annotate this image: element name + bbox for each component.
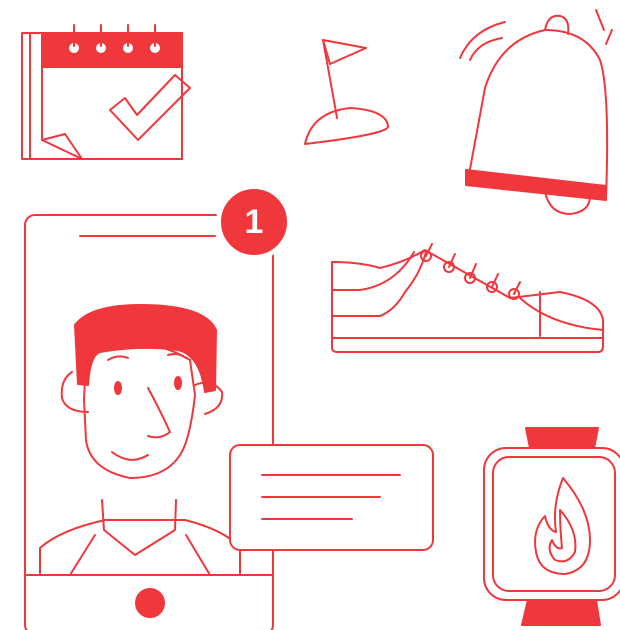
smartwatch-fire-icon [483, 427, 620, 626]
man-avatar-icon [39, 304, 241, 576]
fitness-illustration: 1 [0, 0, 620, 630]
calendar-check-icon [21, 24, 191, 160]
bell-icon [459, 9, 613, 215]
smartphone-icon [24, 214, 274, 630]
notification-count: 1 [244, 202, 264, 241]
illustration-canvas [21, 9, 620, 630]
flag-icon [304, 39, 389, 145]
chat-bubble-icon [229, 444, 434, 551]
sneaker-icon [331, 243, 604, 353]
